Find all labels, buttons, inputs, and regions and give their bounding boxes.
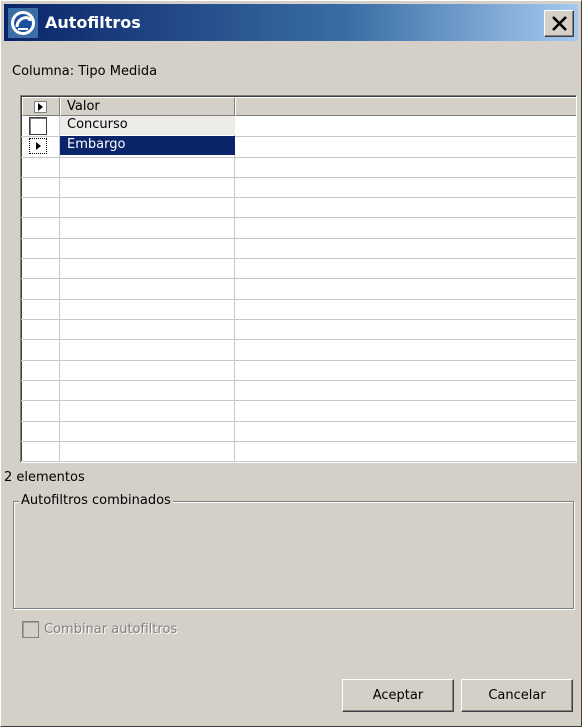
window-title: Autofiltros (45, 13, 141, 32)
row-selector-icon (34, 101, 47, 113)
combine-checkbox-label: Combinar autofiltros (44, 622, 178, 637)
cancel-button[interactable]: Cancelar (461, 679, 573, 712)
row-selector-header[interactable] (22, 97, 60, 116)
title-bar[interactable]: Autofiltros (4, 4, 578, 41)
current-row-indicator-icon (29, 138, 47, 154)
combine-checkbox[interactable] (22, 621, 39, 638)
app-logo-icon (8, 8, 38, 38)
autofilter-dialog: Autofiltros Columna: Tipo Medida Valor C… (0, 0, 582, 727)
column-header-empty (235, 97, 576, 116)
item-count: 2 elementos (4, 470, 85, 485)
values-grid[interactable]: Valor Concurso Embargo (20, 95, 577, 463)
row-checkbox[interactable] (29, 117, 47, 135)
column-header-label: Valor (67, 99, 100, 114)
close-button[interactable] (544, 10, 574, 37)
column-label: Columna: Tipo Medida (12, 64, 158, 79)
accept-button[interactable]: Aceptar (342, 679, 454, 712)
combined-filters-group: Autofiltros combinados (13, 493, 574, 609)
table-row-value[interactable]: Concurso (60, 116, 235, 135)
close-icon (552, 16, 567, 31)
groupbox-title: Autofiltros combinados (19, 493, 173, 508)
table-row-value-selected[interactable]: Embargo (60, 136, 235, 155)
column-header-valor[interactable]: Valor (60, 97, 235, 116)
